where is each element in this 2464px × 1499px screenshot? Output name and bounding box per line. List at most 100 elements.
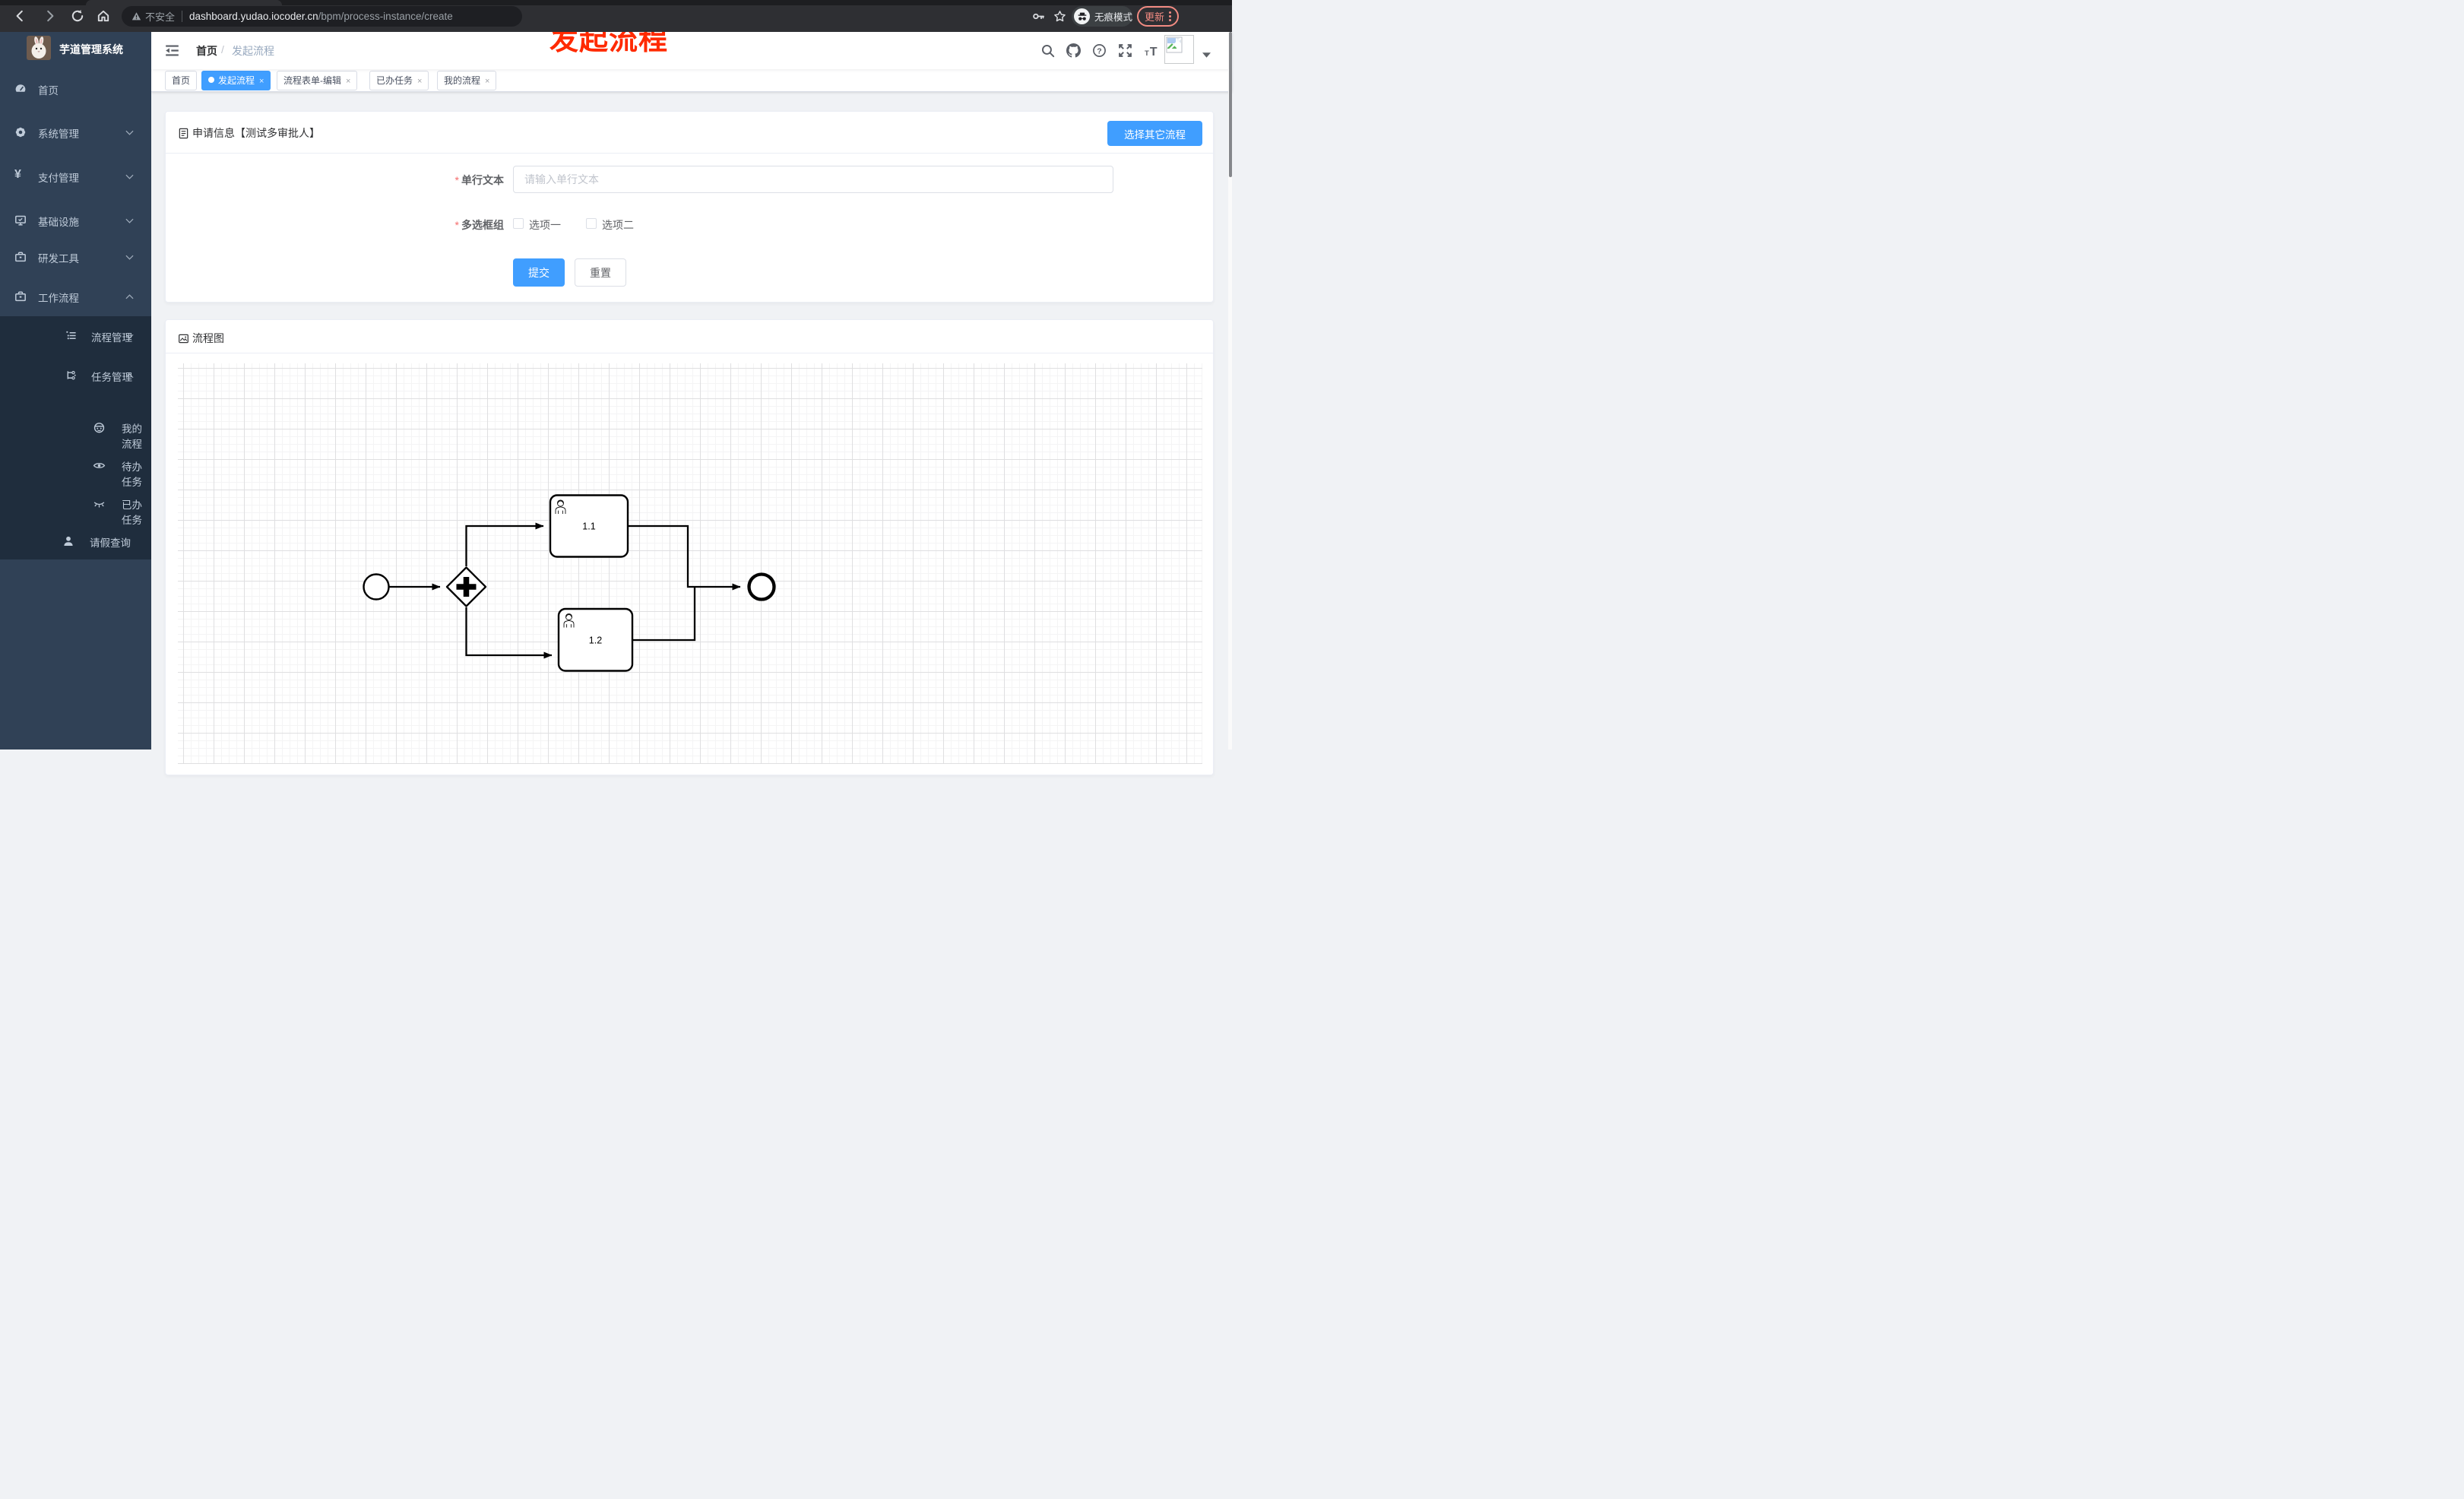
bpmn-canvas[interactable]: 1.1 1.2 (178, 363, 1202, 764)
close-icon[interactable]: × (346, 77, 350, 86)
url-host: dashboard.yudao.iocoder.cn (189, 11, 318, 22)
checkbox-option-1-label[interactable]: 选项一 (529, 217, 561, 233)
home-icon[interactable] (97, 9, 110, 23)
sidebar-item-label: 首页 (38, 85, 59, 97)
search-icon[interactable] (1040, 43, 1055, 58)
checkbox-option-2-label[interactable]: 选项二 (602, 217, 634, 233)
select-other-process-button[interactable]: 选择其它流程 (1107, 121, 1202, 146)
not-secure-icon (131, 12, 141, 21)
sidebar-item-process-mgmt[interactable]: 流程管理 (0, 319, 151, 353)
fullscreen-icon[interactable] (1118, 43, 1132, 58)
sidebar-item-label: 我的流程 (122, 423, 142, 450)
sidebar-item-infrastructure[interactable]: 基础设施 (0, 204, 151, 237)
browser-menu-icon[interactable] (1169, 15, 1171, 17)
gear-icon (15, 127, 26, 138)
process-diagram-card: 流程图 1.1 1.2 (165, 319, 1215, 775)
sidebar-item-todo-tasks[interactable]: 待办任务 (0, 448, 151, 488)
apply-card-title-text: 申请信息【测试多审批人】 (192, 127, 320, 139)
chevron-down-icon (125, 174, 134, 179)
close-icon[interactable]: × (485, 77, 489, 86)
sidebar-item-done-tasks[interactable]: 已办任务 (0, 486, 151, 526)
tab-form-edit[interactable]: 流程表单-编辑 × (277, 71, 358, 90)
checkbox-option-2[interactable] (586, 218, 597, 229)
svg-text:T: T (1145, 49, 1149, 58)
breadcrumb-current: 发起流程 (232, 45, 274, 57)
address-bar[interactable]: 不安全 dashboard.yudao.iocoder.cn/bpm/proce… (122, 6, 522, 27)
breadcrumb-home[interactable]: 首页 (196, 43, 217, 59)
start-event[interactable] (363, 573, 390, 601)
text-field-label: * 单行文本 (454, 174, 504, 186)
close-icon[interactable]: × (417, 77, 422, 86)
tab-done-tasks[interactable]: 已办任务 × (369, 71, 429, 90)
password-key-icon[interactable] (1032, 10, 1045, 23)
eye-closed-icon (93, 502, 105, 508)
svg-text:?: ? (1097, 46, 1101, 55)
update-button[interactable]: 更新 (1137, 6, 1179, 27)
tab-my-process[interactable]: 我的流程 × (437, 71, 497, 90)
sidebar-item-label: 待办任务 (122, 461, 142, 488)
back-icon[interactable] (13, 9, 27, 23)
sidebar-item-my-process[interactable]: 我的流程 (0, 410, 151, 450)
sidebar-item-label: 工作流程 (38, 293, 79, 304)
close-icon[interactable]: × (259, 77, 264, 86)
chevron-down-icon (125, 130, 134, 135)
user-task-1[interactable]: 1.1 (549, 494, 629, 558)
submit-button[interactable]: 提交 (513, 258, 565, 287)
toolbox-icon (15, 291, 26, 302)
tag-tabs-bar: 首页 发起流程 × 流程表单-编辑 × 已办任务 × 我的流程 × (151, 69, 1232, 92)
tab-label: 流程表单-编辑 (283, 75, 341, 86)
sidebar-item-payment[interactable]: ¥ 支付管理 (0, 160, 151, 193)
incognito-badge: 无痕模式 (1072, 6, 1132, 27)
svg-text:T: T (1150, 46, 1158, 58)
font-size-icon[interactable]: TT (1144, 43, 1158, 58)
reload-icon[interactable] (71, 9, 84, 23)
parallel-gateway[interactable] (445, 566, 487, 607)
sidebar-item-dev-tools[interactable]: 研发工具 (0, 240, 151, 274)
tab-home[interactable]: 首页 (165, 71, 198, 90)
sidebar: 芋道管理系统 首页 系统管理 ¥ 支付管理 基础设施 研发工具 工作流程 流程管… (0, 32, 151, 750)
task-label: 1.1 (582, 521, 595, 532)
forward-icon[interactable] (43, 9, 57, 23)
end-event[interactable] (747, 572, 776, 601)
incognito-label: 无痕模式 (1094, 12, 1133, 23)
sidebar-item-label: 系统管理 (38, 128, 79, 140)
apply-card-title: 申请信息【测试多审批人】 (178, 125, 320, 141)
sidebar-item-label: 基础设施 (38, 217, 79, 228)
browser-tab[interactable] (86, 0, 282, 5)
diagram-card-title: 流程图 (178, 331, 224, 346)
single-line-text-input[interactable] (513, 166, 1113, 193)
avatar[interactable] (1164, 35, 1194, 64)
sidebar-item-task-mgmt[interactable]: 任务管理 (0, 359, 151, 392)
sidebar-item-home[interactable]: 首页 (0, 72, 151, 106)
bookmark-star-icon[interactable] (1053, 10, 1066, 23)
update-label: 更新 (1144, 11, 1164, 23)
breadcrumb-separator: / (221, 43, 224, 55)
tab-start-process[interactable]: 发起流程 × (201, 71, 271, 90)
flow-task2-to-merge (632, 588, 696, 642)
app-title[interactable]: 芋道管理系统 (59, 42, 123, 57)
scrollbar-thumb[interactable] (1229, 32, 1232, 177)
browser-tabstrip (0, 0, 1232, 5)
caret-down-icon[interactable] (1202, 52, 1211, 58)
sidebar-item-label: 请假查询 (90, 537, 131, 549)
apply-info-card: 申请信息【测试多审批人】 选择其它流程 *单行文本 *多选框组 选项一 选项二 … (165, 111, 1215, 303)
sidebar-item-workflow[interactable]: 工作流程 (0, 280, 151, 313)
github-icon[interactable] (1066, 43, 1081, 58)
reset-button[interactable]: 重置 (575, 258, 626, 287)
chevron-down-icon (125, 255, 134, 260)
yen-icon: ¥ (14, 168, 21, 181)
sidebar-item-system[interactable]: 系统管理 (0, 116, 151, 149)
toolbox-icon (15, 252, 26, 262)
user-task-2[interactable]: 1.2 (557, 607, 634, 672)
sidebar-item-leave-query[interactable]: 请假查询 (0, 524, 151, 558)
tab-label: 发起流程 (218, 75, 255, 86)
url-path: /bpm/process-instance/create (318, 11, 453, 22)
checkbox-option-1[interactable] (513, 218, 524, 229)
sidebar-fold-icon[interactable] (165, 43, 179, 58)
dashboard-icon (15, 84, 26, 92)
security-label[interactable]: 不安全 (145, 9, 175, 24)
scrollbar[interactable] (1228, 32, 1232, 750)
flow-gateway-to-task2 (465, 607, 553, 659)
help-icon[interactable]: ? (1092, 43, 1107, 58)
eye-icon (93, 463, 106, 468)
